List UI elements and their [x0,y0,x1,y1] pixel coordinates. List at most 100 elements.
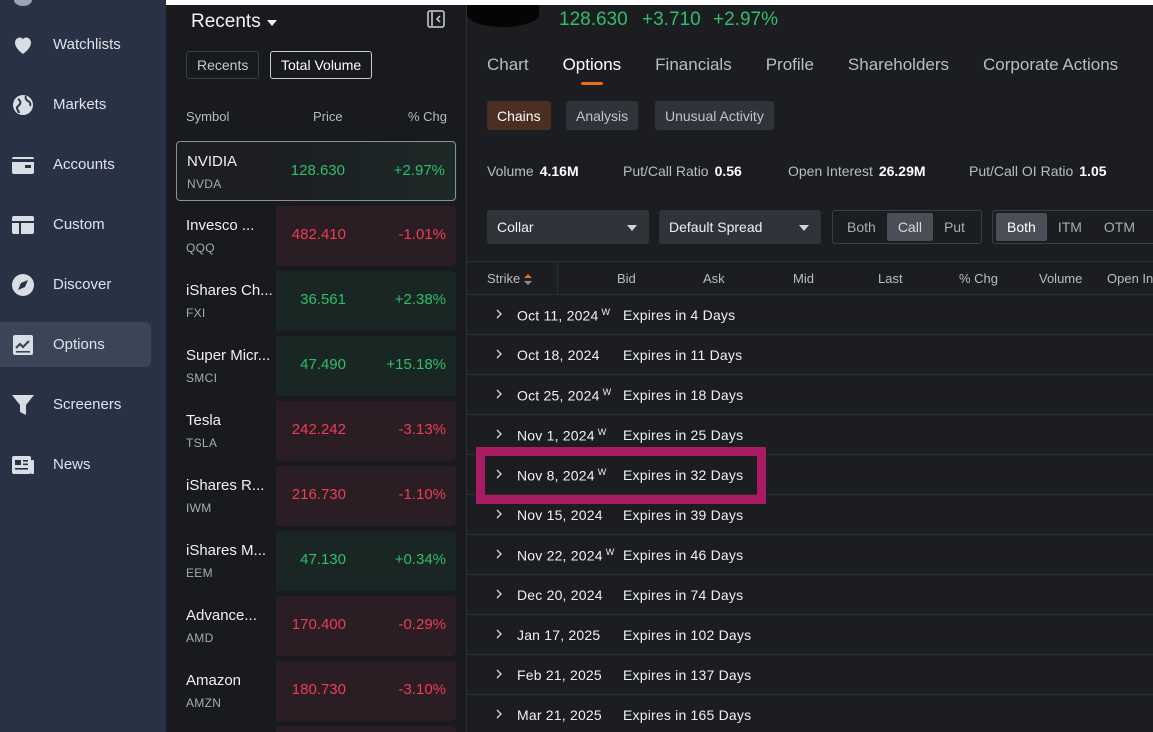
column-header-symbol[interactable]: Symbol [186,109,229,124]
nav-item-screeners[interactable]: Screeners [0,382,151,427]
chevron-right-icon[interactable] [494,708,504,720]
tab-financials[interactable]: Financials [655,55,732,75]
tab-label: Financials [655,55,732,74]
watchlist-row[interactable]: iShares R... IWM 216.730 -1.10% [176,466,456,526]
row-symbol: AMZN [186,696,222,710]
expiration-date: Nov 1, 2024 W [517,427,606,444]
chevron-right-icon[interactable] [494,548,504,560]
column-header-change[interactable]: % Chg [408,109,447,124]
watchlist-row[interactable]: NVIDIA NVDA 128.630 +2.97% [176,141,457,202]
expiration-date: Feb 21, 2025 [517,667,602,683]
subtab-unusual-activity[interactable]: Unusual Activity [655,101,774,130]
column-header-volume[interactable]: Volume [1039,271,1082,286]
expiration-row[interactable]: Dec 20, 2024 Expires in 74 Days [467,575,1153,615]
watchlist-row[interactable]: Amazon AMZN 180.730 -3.10% [176,661,456,721]
chevron-right-icon[interactable] [494,628,504,640]
globe-icon [13,95,33,115]
watchlist-selector[interactable]: Recents [191,11,277,33]
tab-profile[interactable]: Profile [766,55,814,75]
watchlist-row[interactable]: Invesco ... QQQ 482.410 -1.01% [176,206,456,266]
row-change: -1.10% [398,486,446,503]
subtab-analysis[interactable]: Analysis [566,101,639,130]
column-header-strike[interactable]: Strike [487,271,533,286]
days-to-expiry: Expires in 39 Days [623,507,744,523]
row-symbol: SMCI [186,371,218,385]
expiration-date: Oct 25, 2024 W [517,387,611,404]
nav-item-options[interactable]: Options [0,322,151,367]
moneyness-itm-option[interactable]: ITM [1047,213,1093,241]
nav-item-watchlists[interactable]: Watchlists [0,22,151,67]
tab-corporate-actions[interactable]: Corporate Actions [983,55,1118,75]
expiration-row[interactable]: Oct 25, 2024 W Expires in 18 Days [467,375,1153,415]
chevron-right-icon[interactable] [494,508,504,520]
nav-label: Options [53,336,105,353]
spread-dropdown[interactable]: Default Spread [659,210,821,244]
nav-item-markets[interactable]: Markets [0,82,151,127]
watchlist-row-partial[interactable] [176,726,456,732]
tab-shareholders[interactable]: Shareholders [848,55,949,75]
stat-label: Open Interest [788,163,873,179]
side-call-option[interactable]: Call [886,213,933,241]
chevron-right-icon[interactable] [494,668,504,680]
column-header-change[interactable]: % Chg [959,271,998,286]
column-header-bid[interactable]: Bid [617,271,636,286]
nav-label: Custom [53,216,105,233]
days-to-expiry: Expires in 11 Days [623,347,743,363]
side-both-option[interactable]: Both [836,213,887,241]
expiration-row[interactable]: Jan 17, 2025 Expires in 102 Days [467,615,1153,655]
nav-item-discover[interactable]: Discover [0,262,151,307]
stat-value: 4.16M [539,163,579,179]
date-text: Oct 11, 2024 [517,307,599,324]
strategy-dropdown[interactable]: Collar [487,210,649,244]
tab-chart[interactable]: Chart [487,55,529,75]
filter-recents-button[interactable]: Recents [186,51,260,79]
row-symbol: NVDA [187,177,222,191]
expiration-row[interactable]: Oct 18, 2024 Expires in 11 Days [467,335,1153,375]
nav-item-custom[interactable]: Custom [0,202,151,247]
side-put-option[interactable]: Put [933,213,976,241]
watchlist-row[interactable]: Super Micr... SMCI 47.490 +15.18% [176,336,456,396]
column-header-price[interactable]: Price [313,109,343,124]
subtab-chains[interactable]: Chains [487,101,551,130]
column-header-open-interest[interactable]: Open In [1107,271,1153,286]
chevron-right-icon[interactable] [494,308,504,320]
watchlist-row[interactable]: iShares M... EEM 47.130 +0.34% [176,531,456,591]
stat-value: 1.05 [1079,163,1107,179]
tab-label: Profile [765,55,814,74]
row-name: iShares M... [186,542,267,559]
days-to-expiry: Expires in 137 Days [623,667,752,683]
nav-item-news[interactable]: News [0,442,151,487]
date-text: Nov 22, 2024 [517,547,603,564]
chevron-right-icon[interactable] [494,388,504,400]
chevron-right-icon[interactable] [494,348,504,360]
watchlist-row[interactable]: Tesla TSLA 242.242 -3.13% [176,401,456,461]
row-name: iShares Ch... [186,282,273,299]
moneyness-otm-option[interactable]: OTM [1093,213,1146,241]
tab-options[interactable]: Options [563,55,621,85]
weekly-marker: W [605,547,615,557]
expiration-row[interactable]: Feb 21, 2025 Expires in 137 Days [467,655,1153,695]
date-text: Jan 17, 2025 [517,627,601,643]
nav-item-accounts[interactable]: Accounts [0,142,151,187]
expiration-row[interactable]: Mar 21, 2025 Expires in 165 Days [467,695,1153,732]
chevron-right-icon[interactable] [494,428,504,440]
moneyness-both-option[interactable]: Both [996,213,1047,241]
stat-value: 26.29M [878,163,926,179]
column-header-last[interactable]: Last [878,271,903,286]
watchlist-row[interactable]: iShares Ch... FXI 36.561 +2.38% [176,271,456,331]
chevron-down-icon [627,225,637,231]
compass-icon [12,274,34,296]
watchlist-row[interactable]: Advance... AMD 170.400 -0.29% [176,596,456,656]
column-header-ask[interactable]: Ask [703,271,725,286]
row-change: -1.01% [398,226,446,243]
nav-label: Markets [53,96,107,113]
collapse-panel-icon[interactable] [427,10,445,28]
row-symbol: AMD [186,631,214,645]
row-symbol: FXI [186,306,206,320]
chevron-right-icon[interactable] [494,588,504,600]
filter-total-volume-button[interactable]: Total Volume [270,51,373,79]
expiration-row[interactable]: Oct 11, 2024 W Expires in 4 Days [467,295,1153,335]
redacted-ticker [467,5,539,27]
column-header-mid[interactable]: Mid [793,271,814,286]
expiration-row[interactable]: Nov 22, 2024 W Expires in 46 Days [467,535,1153,575]
